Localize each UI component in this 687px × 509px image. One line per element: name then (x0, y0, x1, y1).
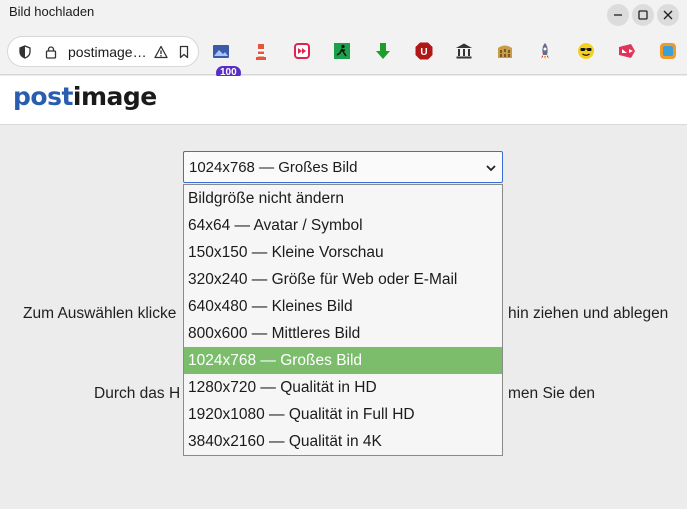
image-size-select[interactable]: 1024x768 — Großes Bild (183, 151, 503, 183)
size-option[interactable]: 3840x2160 — Qualität in 4K (184, 428, 502, 455)
image-size-dropdown: Bildgröße nicht ändern 64x64 — Avatar / … (183, 184, 503, 456)
terms-text-right: men Sie den (508, 385, 596, 402)
download-arrow-icon[interactable] (372, 40, 394, 62)
rocket-extension-icon[interactable] (534, 40, 556, 62)
sunglasses-emoji-icon[interactable] (575, 40, 597, 62)
fast-forward-extension-icon[interactable] (291, 40, 313, 62)
size-option[interactable]: Bildgröße nicht ändern (184, 185, 502, 212)
minimize-button[interactable] (607, 4, 629, 26)
terms-text-left: Durch das H (94, 385, 181, 402)
upload-instruction-left: Zum Auswählen klicke (23, 305, 177, 322)
image-extension-icon[interactable] (210, 40, 232, 62)
bank-extension-icon[interactable] (453, 40, 475, 62)
size-option[interactable]: 640x480 — Kleines Bild (184, 293, 502, 320)
lighthouse-extension-icon[interactable] (250, 40, 272, 62)
postimage-logo[interactable]: postimage (13, 82, 157, 111)
puzzle-extension-icon[interactable] (657, 40, 679, 62)
warning-icon[interactable] (154, 45, 168, 59)
window-titlebar: Bild hochladen (0, 0, 687, 30)
close-button[interactable] (657, 4, 679, 26)
ublock-icon[interactable]: U (413, 40, 435, 62)
close-icon (663, 10, 673, 20)
size-option[interactable]: 150x150 — Kleine Vorschau (184, 239, 502, 266)
size-option-selected[interactable]: 1024x768 — Großes Bild (184, 347, 502, 374)
maximize-icon (638, 10, 648, 20)
size-option[interactable]: 64x64 — Avatar / Symbol (184, 212, 502, 239)
logo-part-2: image (72, 82, 157, 111)
colosseum-extension-icon[interactable] (494, 40, 516, 62)
url-bar[interactable]: postimage… (7, 36, 199, 67)
size-option[interactable]: 320x240 — Größe für Web oder E-Mail (184, 266, 502, 293)
svg-text:U: U (420, 47, 427, 58)
maximize-button[interactable] (632, 4, 654, 26)
size-option[interactable]: 800x600 — Mittleres Bild (184, 320, 502, 347)
bookmark-icon[interactable] (177, 45, 191, 59)
runner-extension-icon[interactable] (331, 40, 353, 62)
window-title: Bild hochladen (9, 4, 95, 19)
image-size-selected-value: 1024x768 — Großes Bild (189, 159, 358, 176)
minimize-icon (614, 14, 622, 16)
chevron-down-icon (486, 165, 496, 172)
url-text[interactable]: postimage… (68, 44, 147, 60)
browser-toolbar: postimage… U 100 (0, 30, 687, 80)
logo-part-1: post (13, 82, 73, 111)
size-option[interactable]: 1920x1080 — Qualität in Full HD (184, 401, 502, 428)
upload-instruction-right: hin ziehen und ablegen (508, 305, 669, 322)
site-header: postimage (0, 76, 687, 125)
lock-icon[interactable] (44, 45, 58, 59)
size-option[interactable]: 1280x720 — Qualität in HD (184, 374, 502, 401)
shield-icon[interactable] (18, 45, 32, 59)
vs-extension-icon[interactable] (616, 40, 638, 62)
